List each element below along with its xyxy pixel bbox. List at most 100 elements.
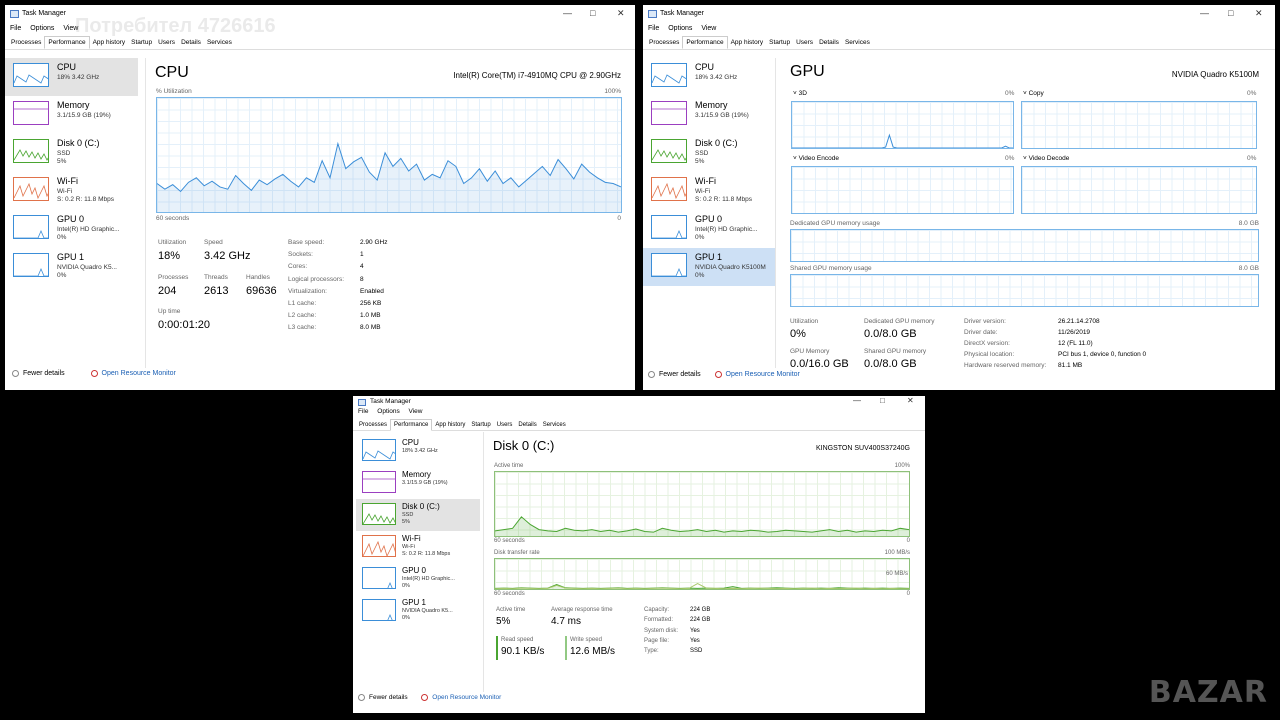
gpu-utilization-value: 0% <box>790 328 806 340</box>
maximize-icon[interactable]: □ <box>1228 8 1233 18</box>
tab-app-history[interactable]: App history <box>90 37 129 48</box>
spec-label: Physical location: <box>964 351 1015 358</box>
response-value: 4.7 ms <box>551 616 582 627</box>
sidebar-thumbnail-graph <box>362 439 396 461</box>
page-title: CPU <box>155 64 189 81</box>
tab-startup[interactable]: Startup <box>766 37 793 48</box>
active-graph-max: 100% <box>894 463 910 469</box>
fewer-details-link[interactable]: Fewer details <box>369 694 408 701</box>
minimize-icon[interactable]: — <box>1200 8 1209 18</box>
sidebar-item-cpu[interactable]: CPU 18% 3.42 GHz <box>356 435 480 467</box>
spec-value: 224 GB <box>690 617 711 624</box>
sidebar-thumbnail-line <box>652 74 686 84</box>
read-speed-value: 90.1 KB/s <box>501 646 545 657</box>
fewer-details-link[interactable]: Fewer details <box>23 370 65 377</box>
tab-startup[interactable]: Startup <box>468 420 493 430</box>
menu-options[interactable]: Options <box>377 408 399 415</box>
tab-performance[interactable]: Performance <box>390 419 433 431</box>
tab-app-history[interactable]: App history <box>728 37 767 48</box>
sidebar: CPU 18% 3.42 GHz Memory 3.1/15.9 GB (19%) Di… <box>356 435 480 627</box>
tab-details[interactable]: Details <box>515 420 539 430</box>
sidebar-item-name: CPU <box>57 62 77 72</box>
spec-label: Formatted: <box>644 617 674 624</box>
sidebar-item-name: Memory <box>57 100 90 110</box>
tab-app-history[interactable]: App history <box>432 420 468 430</box>
menu-file[interactable]: File <box>10 25 21 32</box>
sidebar-item-wi-fi[interactable]: Wi-Fi Wi-Fi S: 0.2 R: 11.8 Mbps <box>356 531 480 563</box>
tab-processes[interactable]: Processes <box>646 37 682 48</box>
sidebar-thumbnail-graph <box>13 177 49 201</box>
sidebar-item-memory[interactable]: Memory 3.1/15.9 GB (19%) <box>356 467 480 499</box>
sidebar-item-cpu[interactable]: CPU 18% 3.42 GHz <box>5 58 138 96</box>
sidebar-item-cpu[interactable]: CPU 18% 3.42 GHz <box>643 58 775 96</box>
sidebar-item-gpu-0[interactable]: GPU 0 Intel(R) HD Graphic... 0% <box>5 210 138 248</box>
spec-value: 1 <box>360 251 364 259</box>
sidebar-item-disk-0-c[interactable]: Disk 0 (C:) SSD 5% <box>5 134 138 172</box>
uptime-value: 0:00:01:20 <box>158 319 210 331</box>
tab-users[interactable]: Users <box>155 37 178 48</box>
sidebar-item-gpu-0[interactable]: GPU 0 Intel(R) HD Graphic... 0% <box>356 563 480 595</box>
tab-performance[interactable]: Performance <box>44 36 90 49</box>
menu-options[interactable]: Options <box>30 25 54 32</box>
tab-details[interactable]: Details <box>178 37 204 48</box>
minimize-icon[interactable]: — <box>853 396 861 405</box>
menu-view[interactable]: View <box>409 408 423 415</box>
maximize-icon[interactable]: □ <box>880 396 885 405</box>
sidebar-item-memory[interactable]: Memory 3.1/15.9 GB (19%) <box>643 96 775 134</box>
close-icon[interactable]: ✕ <box>907 396 914 405</box>
spec-value: 8 <box>360 275 364 283</box>
sidebar-item-name: GPU 0 <box>57 214 85 224</box>
tab-startup[interactable]: Startup <box>128 37 155 48</box>
utilization-value: 18% <box>158 250 181 262</box>
footer: Fewer details Open Resource Monitor <box>648 371 800 378</box>
sidebar-item-gpu-1[interactable]: GPU 1 NVIDIA Quadro K5... 0% <box>5 248 138 286</box>
sidebar-item-gpu-1[interactable]: GPU 1 NVIDIA Quadro K5100M 0% <box>643 248 775 286</box>
tab-processes[interactable]: Processes <box>8 37 44 48</box>
sidebar-item-wi-fi[interactable]: Wi-Fi Wi-Fi S: 0.2 R: 11.8 Mbps <box>5 172 138 210</box>
spec-label: Driver date: <box>964 329 998 336</box>
sidebar: CPU 18% 3.42 GHz Memory 3.1/15.9 GB (19%) Di… <box>643 58 775 286</box>
sidebar-item-disk-0-c[interactable]: Disk 0 (C:) SSD 5% <box>356 499 480 531</box>
tab-users[interactable]: Users <box>793 37 816 48</box>
tab-services[interactable]: Services <box>204 37 235 48</box>
menu-file[interactable]: File <box>648 25 659 32</box>
sidebar-item-gpu-1[interactable]: GPU 1 NVIDIA Quadro K5... 0% <box>356 595 480 627</box>
sidebar-item-status: 0% <box>402 615 410 621</box>
spec-value: SSD <box>690 648 703 655</box>
sidebar-item-detail: SSD <box>695 150 709 157</box>
close-icon[interactable]: ✕ <box>1255 8 1263 19</box>
menu-view[interactable]: View <box>701 25 716 32</box>
tab-services[interactable]: Services <box>842 37 873 48</box>
active-time-graph <box>494 471 910 537</box>
tab-details[interactable]: Details <box>816 37 842 48</box>
tab-performance[interactable]: Performance <box>682 36 728 49</box>
chevron-up-icon <box>358 694 365 701</box>
tab-processes[interactable]: Processes <box>356 420 390 430</box>
maximize-icon[interactable]: □ <box>590 8 595 18</box>
sidebar-item-detail: NVIDIA Quadro K5100M <box>695 264 766 271</box>
fewer-details-link[interactable]: Fewer details <box>659 371 701 378</box>
open-resource-monitor-link[interactable]: Open Resource Monitor <box>432 694 501 701</box>
open-resource-monitor-link[interactable]: Open Resource Monitor <box>726 371 800 378</box>
sidebar-item-name: GPU 1 <box>402 598 427 607</box>
device-name: Intel(R) Core(TM) i7-4910MQ CPU @ 2.90GH… <box>453 71 621 80</box>
tab-services[interactable]: Services <box>540 420 569 430</box>
tab-users[interactable]: Users <box>494 420 516 430</box>
minimize-icon[interactable]: — <box>563 8 572 18</box>
transfer-graph-max: 100 MB/s <box>884 550 910 556</box>
sidebar-item-disk-0-c[interactable]: Disk 0 (C:) SSD 5% <box>643 134 775 172</box>
open-resource-monitor-link[interactable]: Open Resource Monitor <box>102 370 176 377</box>
ded-mem-value: 0.0/8.0 GB <box>864 328 917 340</box>
menu-file[interactable]: File <box>358 408 368 415</box>
transfer-rate-graph <box>494 558 910 590</box>
processes-value: 204 <box>158 285 177 297</box>
spec-value: Yes <box>690 637 700 644</box>
resource-monitor-icon <box>421 694 429 701</box>
spec-value: 26.21.14.2708 <box>1058 318 1100 325</box>
menu-options[interactable]: Options <box>668 25 692 32</box>
close-icon[interactable]: ✕ <box>617 8 625 19</box>
speed-value: 3.42 GHz <box>204 250 251 262</box>
sidebar-item-gpu-0[interactable]: GPU 0 Intel(R) HD Graphic... 0% <box>643 210 775 248</box>
sidebar-item-memory[interactable]: Memory 3.1/15.9 GB (19%) <box>5 96 138 134</box>
sidebar-item-wi-fi[interactable]: Wi-Fi Wi-Fi S: 0.2 R: 11.8 Mbps <box>643 172 775 210</box>
